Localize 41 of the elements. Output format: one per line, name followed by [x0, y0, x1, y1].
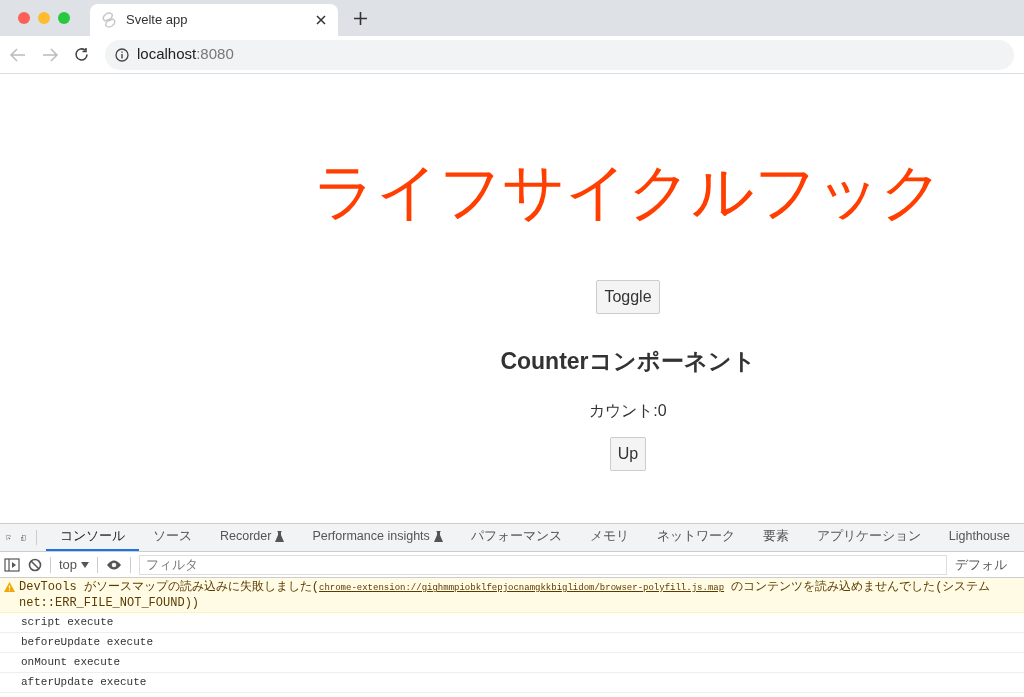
counter-heading: Counterコンポーネント	[500, 347, 756, 376]
new-tab-icon[interactable]	[354, 11, 367, 25]
devtools-tab[interactable]: Lighthouse	[934, 524, 1024, 551]
devtools-tab[interactable]: ネットワーク	[642, 524, 749, 551]
up-button[interactable]: Up	[609, 436, 647, 471]
clear-icon[interactable]	[28, 557, 42, 572]
sidebar-icon[interactable]	[4, 557, 20, 572]
count-text: カウント:0	[589, 400, 667, 421]
log-message: afterUpdate execute	[21, 675, 147, 691]
log-message: script execute	[21, 615, 114, 631]
devtools-tab[interactable]: パフォーマンス	[456, 524, 576, 551]
log-message: beforeUpdate execute	[21, 635, 154, 651]
devtools-tab[interactable]: コンソール	[46, 524, 139, 551]
devtools-tab[interactable]: アプリケーション	[802, 524, 935, 551]
caret-icon	[81, 561, 90, 568]
page-title: ライフサイクルフック	[313, 156, 943, 228]
warning-message: DevTools がソースマップの読み込みに失敗しました(chrome-extension://gighmmpiobklfepjocnamgkkbiglidom/browser-polyfill.js.map のコンテンツを読み込めませんでした(システム net::ERR_FILE_NOT_FOUND))	[19, 580, 991, 611]
devtools-tab[interactable]: 要素	[748, 524, 803, 551]
close-icon[interactable]	[316, 15, 326, 25]
devtools-tab[interactable]: ソース	[139, 524, 206, 551]
devtools-tab[interactable]: Recorder	[206, 524, 299, 551]
back-arrow-icon[interactable]	[10, 47, 26, 62]
devtools-tab[interactable]: メモリ	[575, 524, 643, 551]
maximize-window-icon[interactable]	[58, 12, 70, 24]
tab-title: Svelte app	[126, 11, 189, 30]
eye-icon[interactable]	[106, 558, 123, 571]
devtools-tab[interactable]: Performance insights	[298, 524, 457, 551]
context-dropdown[interactable]: top	[59, 554, 90, 575]
warning-icon	[4, 582, 15, 592]
levels-dropdown[interactable]: デフォル	[955, 554, 1008, 575]
close-window-icon[interactable]	[18, 12, 30, 24]
toggle-button[interactable]: Toggle	[596, 280, 660, 314]
url-text: localhost:8080	[137, 44, 234, 65]
reload-icon[interactable]	[74, 47, 89, 62]
source-map-link[interactable]: chrome-extension://gighmmpiobklfepjocnamgkkbiglidom/browser-polyfill.js.map	[319, 583, 725, 593]
address-bar[interactable]: localhost:8080	[105, 39, 1014, 70]
filter-field[interactable]: フィルタ	[139, 554, 948, 575]
log-message: onMount execute	[21, 655, 121, 671]
browser-tab[interactable]: Svelte app	[90, 4, 338, 36]
forward-arrow-icon[interactable]	[42, 47, 58, 62]
info-icon	[115, 47, 129, 62]
